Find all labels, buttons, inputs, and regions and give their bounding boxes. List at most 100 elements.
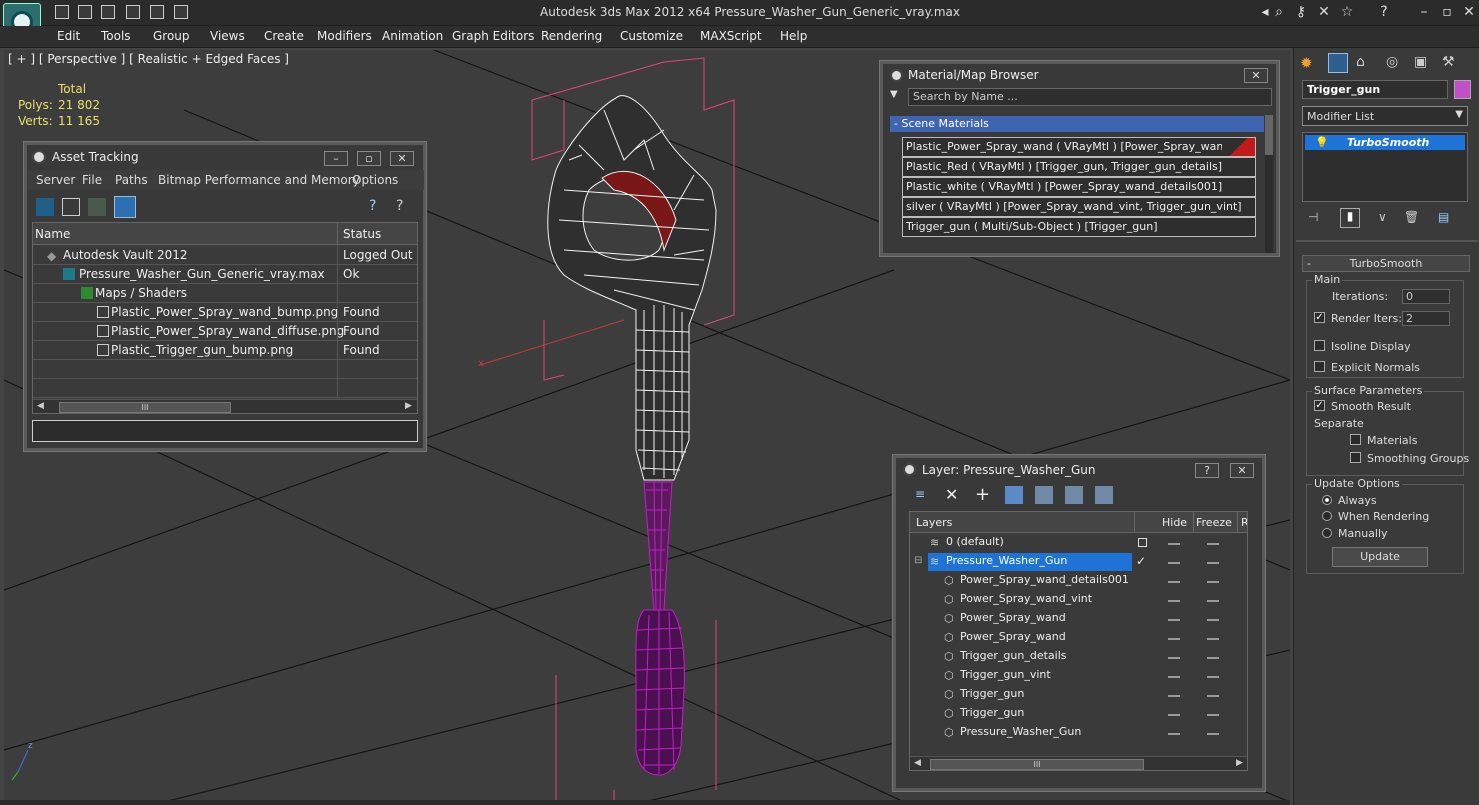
when-rendering-radio[interactable] — [1322, 511, 1332, 521]
materials-checkbox[interactable] — [1350, 434, 1361, 445]
explicit-normals-checkbox[interactable] — [1314, 361, 1325, 372]
freeze-toggle[interactable] — [1207, 619, 1219, 621]
freeze-toggle[interactable] — [1207, 676, 1219, 678]
show-end-result-icon[interactable]: ▮ — [1340, 208, 1360, 228]
layer-row[interactable]: ⬡ Power_Spray_wand — [910, 610, 1247, 629]
freeze-toggle[interactable] — [1207, 638, 1219, 640]
thumbnail-view-icon[interactable] — [88, 198, 106, 216]
close-button[interactable]: ✕ — [390, 151, 414, 166]
favorites-star-icon[interactable]: ☆ — [1338, 4, 1356, 20]
table-row[interactable]: Pressure_Washer_Gun_Generic_vray.max Ok — [33, 265, 417, 284]
current-layer-check-icon[interactable]: ✓ — [1136, 554, 1146, 568]
smoothing-groups-checkbox[interactable] — [1350, 452, 1361, 463]
help-question-icon[interactable]: ? — [369, 198, 387, 216]
hide-toggle[interactable] — [1168, 581, 1180, 583]
table-view-icon[interactable] — [114, 196, 136, 218]
scroll-right-icon[interactable]: ▶ — [1236, 758, 1243, 768]
hide-toggle[interactable] — [1168, 562, 1180, 564]
layer-row[interactable]: ≋ 0 (default) — [910, 534, 1247, 553]
layer-row[interactable]: ⬡ Trigger_gun — [910, 686, 1247, 705]
column-layers-header[interactable]: Layers — [916, 516, 952, 529]
lightbulb-icon[interactable]: 💡 — [1315, 135, 1329, 150]
hide-toggle[interactable] — [1168, 695, 1180, 697]
minimize-window-button[interactable]: – — [1415, 4, 1433, 20]
column-hide-header[interactable]: Hide — [1162, 516, 1187, 529]
modifier-list-dropdown[interactable]: Modifier List ▼ — [1302, 106, 1468, 126]
set-current-layer-icon[interactable] — [1065, 486, 1083, 504]
asset-menu-file[interactable]: File — [82, 173, 102, 187]
select-objects-icon[interactable] — [1005, 486, 1023, 504]
horizontal-scrollbar[interactable]: ◀ III ▶ — [33, 399, 417, 413]
hide-toggle[interactable] — [1168, 619, 1180, 621]
close-window-button[interactable]: ✕ — [1460, 4, 1478, 20]
hide-freeze-layer-icon[interactable] — [1095, 486, 1113, 504]
freeze-toggle[interactable] — [1207, 695, 1219, 697]
rollout-turbosmooth-header[interactable]: - TurboSmooth — [1302, 255, 1470, 272]
hide-toggle[interactable] — [1168, 638, 1180, 640]
vertical-scrollbar[interactable] — [1265, 115, 1273, 253]
menu-graph-editors[interactable]: Graph Editors — [452, 29, 534, 43]
freeze-toggle[interactable] — [1207, 714, 1219, 716]
freeze-toggle[interactable] — [1207, 543, 1219, 545]
object-color-swatch[interactable] — [1454, 80, 1471, 99]
create-tab-icon[interactable]: ✹ — [1300, 54, 1318, 72]
open-file-icon[interactable] — [78, 5, 92, 19]
scroll-left-icon[interactable]: ◀ — [37, 401, 44, 411]
search-by-name-input[interactable]: Search by Name ... — [908, 88, 1272, 106]
pin-stack-icon[interactable]: ⊣ — [1308, 210, 1326, 228]
column-status-header[interactable]: Status — [343, 227, 381, 241]
close-button[interactable]: ✕ — [1244, 68, 1268, 83]
table-row[interactable]: Plastic_Power_Spray_wand_diffuse.png Fou… — [33, 322, 417, 341]
hide-toggle[interactable] — [1168, 657, 1180, 659]
menu-animation[interactable]: Animation — [382, 29, 443, 43]
binoculars-icon[interactable]: ⌕ — [1270, 4, 1288, 20]
material-item[interactable]: Plastic_white ( VRayMtl ) [Power_Spray_w… — [902, 177, 1256, 197]
maximize-window-button[interactable]: ▫ — [1438, 4, 1456, 20]
close-button[interactable]: ✕ — [1230, 463, 1254, 478]
maximize-button[interactable]: ▫ — [357, 151, 381, 166]
make-unique-icon[interactable]: ∨ — [1378, 210, 1396, 228]
layer-row[interactable]: ⬡ Power_Spray_wand_details001 — [910, 572, 1247, 591]
options-dropdown-icon[interactable]: ▼ — [890, 89, 906, 105]
key-icon[interactable]: ⚷ — [1292, 4, 1310, 20]
smooth-result-checkbox[interactable]: ✓ — [1314, 400, 1325, 411]
scroll-left-icon[interactable]: ◀ — [914, 758, 921, 768]
scroll-thumb[interactable]: III — [59, 402, 231, 413]
hide-toggle[interactable] — [1168, 543, 1180, 545]
menu-customize[interactable]: Customize — [620, 29, 683, 43]
configure-sets-icon[interactable]: ▤ — [1438, 210, 1456, 228]
layer-row[interactable]: ⊟ ≋ ✓ Pressure_Washer_Gun — [910, 553, 1247, 572]
menu-group[interactable]: Group — [153, 29, 190, 43]
menu-help[interactable]: Help — [780, 29, 807, 43]
horizontal-scrollbar[interactable]: ◀ III ▶ — [910, 756, 1247, 770]
menu-views[interactable]: Views — [210, 29, 245, 43]
menu-modifiers[interactable]: Modifiers — [317, 29, 372, 43]
table-row[interactable]: Plastic_Trigger_gun_bump.png Found — [33, 341, 417, 360]
display-tab-icon[interactable]: ▣ — [1414, 54, 1432, 72]
layer-row[interactable]: ⬡ Pressure_Washer_Gun — [910, 724, 1247, 743]
scroll-right-icon[interactable]: ▶ — [405, 401, 412, 411]
list-view-icon[interactable] — [62, 198, 80, 216]
undo-icon[interactable] — [126, 5, 140, 19]
collapse-layer-icon[interactable]: ⊟ — [914, 555, 922, 566]
column-render-header[interactable]: R — [1241, 516, 1247, 529]
layer-row[interactable]: ⬡ Power_Spray_wand_vint — [910, 591, 1247, 610]
column-freeze-header[interactable]: Freeze — [1196, 516, 1232, 529]
stack-item-turbosmooth[interactable]: 💡 TurboSmooth — [1305, 135, 1465, 150]
freeze-toggle[interactable] — [1207, 562, 1219, 564]
update-button[interactable]: Update — [1332, 547, 1428, 567]
refresh-icon[interactable] — [36, 198, 54, 216]
add-to-layer-icon[interactable]: + — [975, 484, 993, 505]
info-icon[interactable]: ? — [396, 198, 414, 216]
hierarchy-tab-icon[interactable]: ⌂ — [1356, 54, 1374, 72]
column-name-header[interactable]: Name — [35, 227, 70, 241]
layer-row[interactable]: ⬡ Trigger_gun_details — [910, 648, 1247, 667]
set-current-icon[interactable] — [1138, 538, 1147, 547]
utilities-tab-icon[interactable]: ⚒ — [1442, 54, 1460, 72]
table-row[interactable]: ◆ Autodesk Vault 2012 Logged Out (A — [33, 246, 417, 265]
tools-icon[interactable]: ✕ — [1315, 4, 1333, 20]
project-folder-icon[interactable] — [174, 5, 188, 19]
material-item[interactable]: silver ( VRayMtl ) [Power_Spray_wand_vin… — [902, 197, 1256, 217]
always-radio[interactable] — [1322, 495, 1332, 505]
select-layer-icon[interactable] — [1035, 486, 1053, 504]
